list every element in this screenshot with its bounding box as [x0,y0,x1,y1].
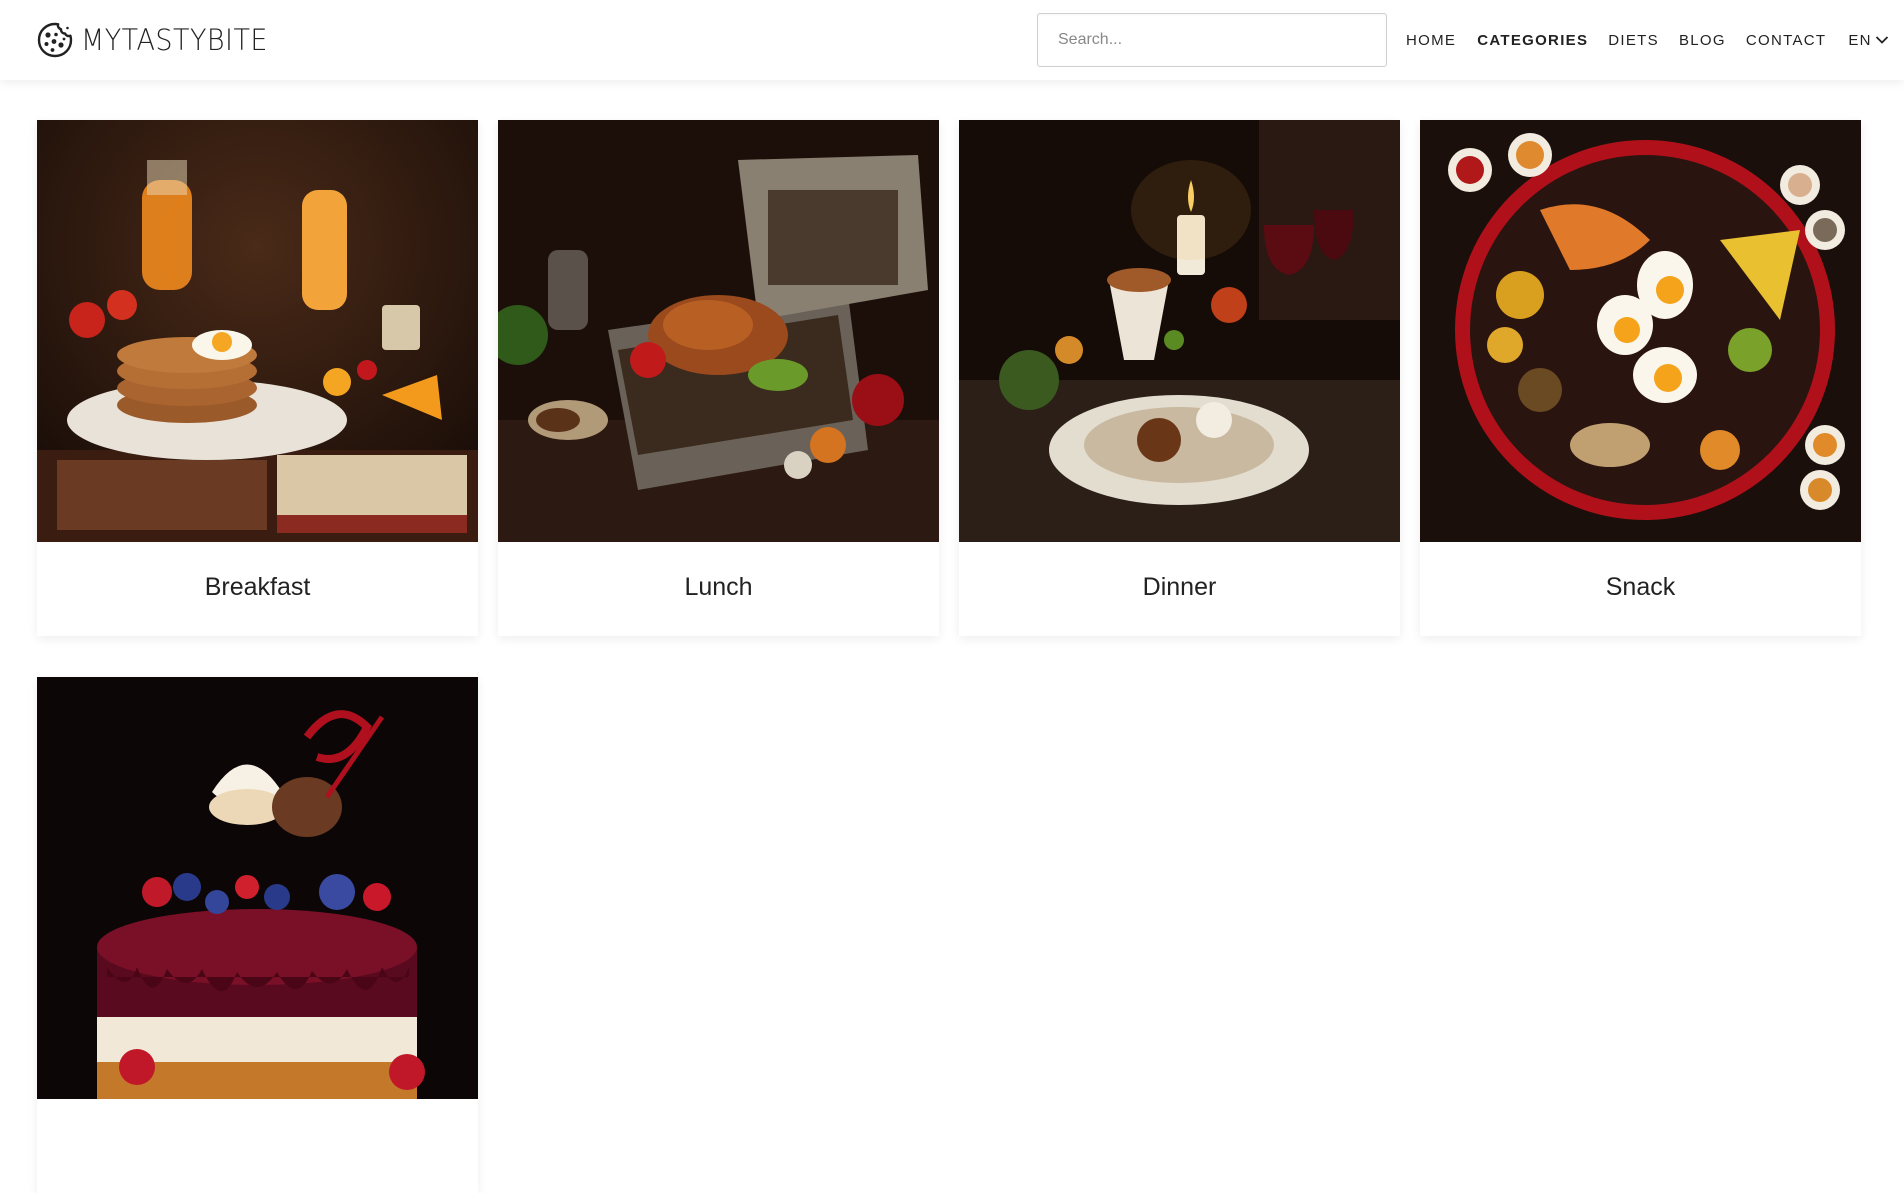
dessert-image [37,677,478,1099]
chevron-down-icon [1875,36,1888,44]
category-title: Breakfast [204,572,311,601]
category-card-dessert[interactable] [37,677,478,1193]
category-title: Lunch [684,572,753,601]
nav-item-blog[interactable]: BLOG [1679,32,1726,49]
category-card-snack[interactable]: Snack [1420,120,1861,636]
nav-item-contact[interactable]: CONTACT [1746,32,1826,49]
lunch-image [498,120,939,542]
category-title [37,1099,478,1193]
search-input[interactable] [1037,13,1387,67]
dinner-image [959,120,1400,542]
language-selector[interactable]: EN [1848,32,1888,49]
site-logo[interactable]: MYTASTYBITE [37,20,282,60]
nav-item-diets[interactable]: DIETS [1608,32,1659,49]
nav-item-categories[interactable]: CATEGORIES [1477,32,1588,49]
main-nav: HOME CATEGORIES DIETS BLOG CONTACT EN [1406,0,1889,80]
nav-item-home[interactable]: HOME [1406,32,1456,49]
site-header: MYTASTYBITE HOME CATEGORIES DIETS BLOG C… [0,0,1904,80]
snack-image [1420,120,1861,542]
breakfast-image [37,120,478,542]
cookie-icon [37,22,73,58]
brand-name: MYTASTYBITE [81,22,268,57]
language-label: EN [1848,31,1872,49]
category-card-breakfast[interactable]: Breakfast [37,120,478,636]
category-title: Snack [1605,572,1676,601]
category-card-dinner[interactable]: Dinner [959,120,1400,636]
category-title: Dinner [1142,572,1217,601]
category-card-lunch[interactable]: Lunch [498,120,939,636]
